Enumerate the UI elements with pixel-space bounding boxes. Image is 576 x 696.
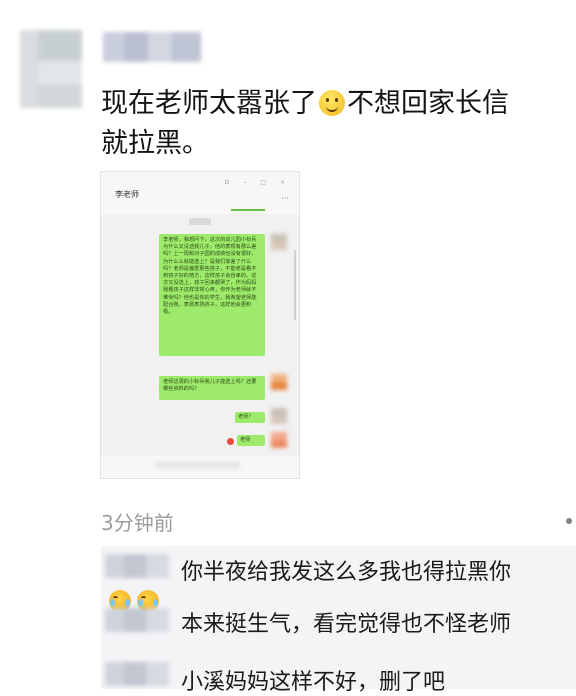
comment-text: 小溪妈妈这样不好，删了吧	[181, 670, 446, 695]
commenter-name[interactable]	[105, 662, 169, 686]
sender-avatar	[271, 408, 287, 424]
window-controls: ⊡ – □ ×	[224, 179, 291, 186]
commenter-name[interactable]	[105, 554, 169, 578]
more-options-icon[interactable]	[566, 518, 572, 524]
message-bubble: 老师	[237, 435, 265, 446]
input-hint	[156, 462, 240, 468]
message-bubble: 老师？	[235, 412, 265, 423]
post-timestamp: 3分钟前	[101, 511, 174, 535]
chat-screenshot-image[interactable]: 李老师 ⊡ – □ × ··· 李老师，我想问下，这次的幼儿园小标兵为什么又没选…	[101, 172, 299, 478]
chat-title: 李老师	[115, 190, 139, 199]
send-failed-icon	[227, 438, 234, 445]
commenter-name[interactable]	[105, 608, 169, 632]
more-icon: ···	[281, 194, 289, 203]
chat-header: 李老师 ⊡ – □ × ···	[101, 172, 299, 214]
comment-text: 你半夜给我发这么多我也得拉黑你	[181, 560, 512, 585]
scrollbar	[294, 250, 296, 320]
sender-avatar	[271, 234, 287, 250]
poster-username[interactable]	[103, 32, 201, 62]
sender-avatar	[271, 374, 287, 390]
highlight-line	[231, 209, 265, 211]
timestamp-chip	[189, 218, 211, 225]
message-bubble: 李老师，我想问下，这次的幼儿园小标兵为什么又没选我儿子，他的表现有那么差吗？上一…	[159, 234, 265, 356]
smile-emoji-icon	[319, 90, 345, 116]
post-text: 现在老师太嚣张了 不想回家长信 就拉黑。	[101, 88, 509, 159]
comment-text: 本来挺生气，看完觉得也不怪老师	[181, 612, 512, 637]
message-bubble: 老师这周的小标兵我儿子能选上吗？还要哪些资料的吗？	[159, 376, 265, 400]
comments-section: 你半夜给我发这么多我也得拉黑你 本来挺生气，看完觉得也不怪老师 小溪妈妈这样不好…	[101, 546, 576, 695]
sender-avatar	[271, 432, 287, 448]
poster-avatar[interactable]	[20, 30, 82, 108]
